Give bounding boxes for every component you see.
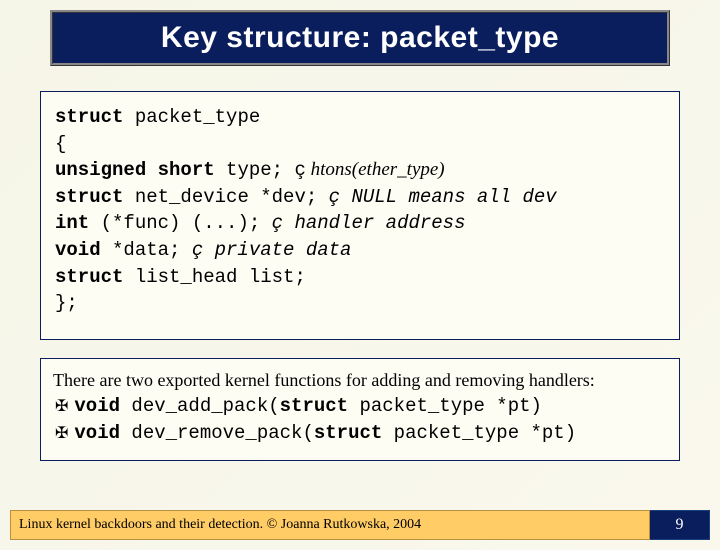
bullet-item: ✠ void dev_add_pack(struct packet_type *… [53,393,667,421]
text-box: There are two exported kernel functions … [40,358,680,461]
intro-text: There are two exported kernel functions … [53,367,667,393]
page-number: 9 [650,510,710,540]
code-line: { [55,131,665,158]
code-line: struct packet_type [55,104,665,131]
footer-text: Linux kernel backdoors and their detecti… [10,510,650,540]
code-line: }; [55,290,665,317]
bullet-icon: ✠ [55,422,68,445]
code-line: struct net_device *dev; ç NULL means all… [55,184,665,211]
code-line: void *data; ç private data [55,237,665,264]
slide-title: Key structure: packet_type [161,21,559,54]
title-box: Key structure: packet_type [50,10,670,66]
code-line: struct list_head list; [55,264,665,291]
code-line: int (*func) (...); ç handler address [55,210,665,237]
code-box: struct packet_type { unsigned short type… [40,91,680,340]
footer: Linux kernel backdoors and their detecti… [10,510,710,540]
bullet-item: ✠ void dev_remove_pack(struct packet_typ… [53,420,667,448]
bullet-icon: ✠ [55,395,68,418]
code-line: unsigned short type; ç htons(ether_type) [55,157,665,184]
